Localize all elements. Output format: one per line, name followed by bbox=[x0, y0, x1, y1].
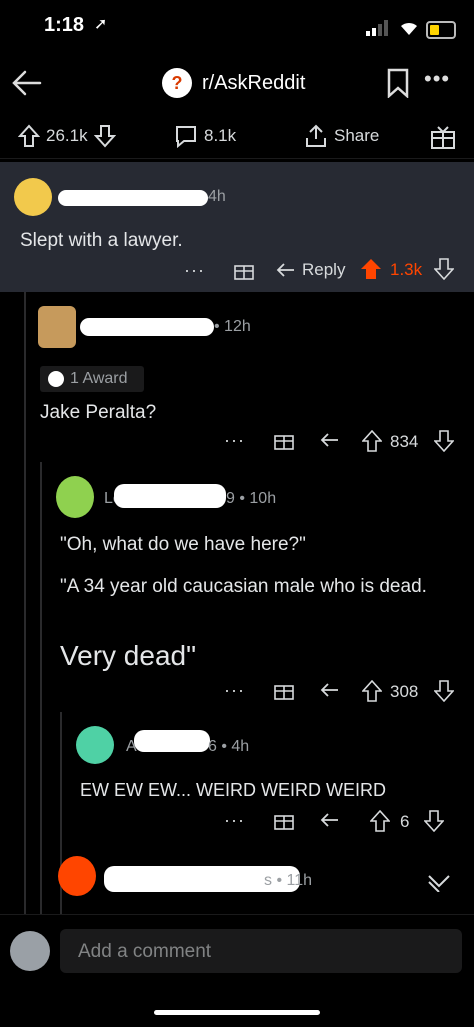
comment-score: 308 bbox=[390, 682, 419, 701]
reply-icon bbox=[276, 263, 294, 277]
comment-bubble-icon bbox=[176, 126, 196, 148]
thread-line bbox=[40, 462, 42, 914]
more-icon[interactable]: ··· bbox=[184, 260, 205, 281]
subreddit-name[interactable]: r/AskReddit bbox=[202, 72, 305, 95]
wifi-icon bbox=[401, 22, 417, 35]
comment-time: • 12h bbox=[214, 318, 251, 335]
reply-icon[interactable] bbox=[320, 432, 340, 448]
top-nav: ? r/AskReddit ••• bbox=[0, 56, 474, 112]
subreddit-icon[interactable]: ? bbox=[162, 68, 192, 98]
reply-button[interactable]: Reply bbox=[276, 260, 345, 280]
post-vote-group: 26.1k bbox=[18, 124, 116, 148]
comment-score: 6 bbox=[400, 812, 410, 831]
more-icon[interactable]: ··· bbox=[224, 680, 245, 701]
redacted-username bbox=[114, 484, 226, 508]
avatar[interactable] bbox=[76, 726, 114, 764]
battery-icon bbox=[426, 21, 456, 39]
comment-time: 4h bbox=[208, 188, 226, 205]
comment-time: s • 11h bbox=[264, 872, 312, 889]
redacted-username bbox=[80, 318, 214, 336]
upvote-icon[interactable] bbox=[18, 124, 40, 148]
upvote-icon[interactable] bbox=[370, 810, 390, 832]
award-icon[interactable] bbox=[234, 260, 254, 280]
avatar[interactable] bbox=[14, 178, 52, 216]
comment-time: 9 • 10h bbox=[226, 490, 277, 507]
comment-text: "Oh, what do we have here?" bbox=[60, 534, 306, 555]
clock: 1:18 bbox=[44, 14, 85, 36]
downvote-icon[interactable] bbox=[93, 124, 116, 148]
reply-icon[interactable] bbox=[320, 682, 340, 698]
comment-time: 6 • 4h bbox=[208, 738, 250, 755]
bookmark-icon[interactable] bbox=[386, 68, 410, 98]
downvote-icon[interactable] bbox=[434, 430, 454, 452]
home-indicator bbox=[154, 1010, 320, 1015]
comment-count: 8.1k bbox=[204, 126, 237, 145]
comment-text: EW EW EW... WEIRD WEIRD WEIRD bbox=[80, 780, 386, 800]
share-icon bbox=[306, 124, 326, 147]
share-button[interactable]: Share bbox=[304, 124, 379, 148]
share-label: Share bbox=[334, 126, 380, 145]
status-bar: 1:18 ➚ bbox=[0, 0, 474, 56]
comment-highlighted: 4h Slept with a lawyer. ··· Reply 1.3k bbox=[0, 162, 474, 292]
comment-text-large: Very dead" bbox=[60, 640, 197, 671]
comment-score: 834 bbox=[390, 432, 419, 451]
reply-label: Reply bbox=[302, 260, 346, 279]
reply-icon[interactable] bbox=[320, 812, 340, 828]
comment-text: Jake Peralta? bbox=[40, 402, 157, 423]
add-comment-placeholder: Add a comment bbox=[78, 941, 212, 962]
downvote-icon[interactable] bbox=[424, 810, 444, 832]
upvote-icon[interactable] bbox=[362, 680, 382, 702]
avatar[interactable] bbox=[10, 931, 50, 971]
more-icon[interactable]: ··· bbox=[224, 430, 245, 451]
back-arrow-icon[interactable] bbox=[10, 66, 44, 100]
downvote-icon[interactable] bbox=[434, 680, 454, 702]
comments-button[interactable]: 8.1k bbox=[174, 124, 236, 148]
add-comment-input[interactable]: Add a comment bbox=[60, 929, 462, 973]
post-action-bar: 26.1k 8.1k Share bbox=[0, 114, 474, 159]
more-options-button[interactable]: ••• bbox=[424, 66, 450, 92]
award-icon[interactable] bbox=[274, 430, 294, 450]
upvote-icon[interactable] bbox=[362, 430, 382, 452]
location-arrow-icon: ➚ bbox=[94, 16, 108, 33]
upvote-icon[interactable] bbox=[360, 258, 382, 280]
downvote-icon[interactable] bbox=[434, 258, 454, 280]
comment-score: 1.3k bbox=[390, 260, 423, 279]
redacted-username bbox=[134, 730, 210, 752]
thread-line bbox=[24, 292, 26, 914]
award-count: 1 Award bbox=[70, 370, 128, 387]
award-icon bbox=[48, 371, 64, 387]
award-icon[interactable] bbox=[274, 680, 294, 700]
comment-text: Slept with a lawyer. bbox=[20, 230, 183, 251]
award-badge[interactable]: 1 Award bbox=[40, 366, 144, 392]
post-score: 26.1k bbox=[46, 126, 88, 145]
signal-icon bbox=[366, 20, 388, 36]
award-icon[interactable] bbox=[430, 124, 456, 150]
more-icon[interactable]: ··· bbox=[224, 810, 245, 831]
award-icon[interactable] bbox=[274, 810, 294, 830]
comment-text: "A 34 year old caucasian male who is dea… bbox=[60, 576, 427, 597]
comment-composer: Add a comment bbox=[0, 914, 474, 1027]
avatar[interactable] bbox=[58, 856, 96, 896]
avatar[interactable] bbox=[56, 476, 94, 518]
chevron-down-icon[interactable] bbox=[426, 872, 452, 892]
redacted-username bbox=[58, 190, 208, 206]
avatar[interactable] bbox=[38, 306, 76, 348]
